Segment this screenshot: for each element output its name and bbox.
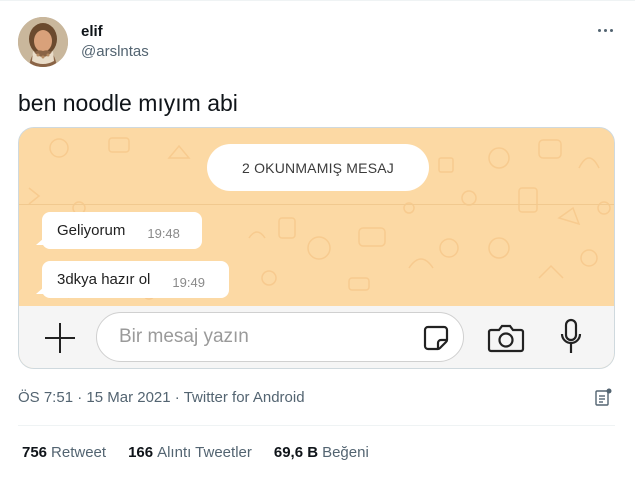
tweet-media-image[interactable]: 2 OKUNMAMIŞ MESAJ Geliyorum 19:48 3dkya …	[18, 127, 615, 369]
chat-background: 2 OKUNMAMIŞ MESAJ Geliyorum 19:48 3dkya …	[19, 128, 614, 306]
unread-divider	[19, 204, 614, 205]
message-text: 3dkya hazır ol	[57, 271, 151, 288]
message-time: 19:48	[147, 226, 180, 241]
display-name[interactable]: elif	[81, 23, 149, 41]
avatar[interactable]	[18, 17, 68, 67]
tweet-meta: ÖS 7:51 · 15 Mar 2021 · Twitter for Andr…	[18, 389, 305, 406]
sticker-icon[interactable]	[422, 324, 450, 352]
tweet-date[interactable]: 15 Mar 2021	[86, 389, 170, 406]
like-count[interactable]: 69,6 B Beğeni	[274, 444, 369, 461]
retweet-count[interactable]: 756 Retweet	[22, 444, 106, 461]
tweet-stats: 756 Retweet 166 Alıntı Tweetler 69,6 B Beğe…	[22, 444, 369, 461]
message-bubble: 3dkya hazır ol 19:49	[36, 261, 229, 298]
camera-icon[interactable]	[487, 323, 525, 353]
message-text: Geliyorum	[57, 222, 126, 239]
message-time: 19:49	[172, 275, 205, 290]
chat-input-bar	[19, 306, 614, 368]
tweet: elif @arslntas ben noodle mıyım abi 2 OK…	[0, 0, 635, 482]
divider	[18, 425, 615, 426]
unread-messages-pill: 2 OKUNMAMIŞ MESAJ	[207, 144, 429, 191]
message-input[interactable]	[96, 312, 464, 362]
quote-tweet-count[interactable]: 166 Alıntı Tweetler	[128, 444, 252, 461]
user-handle[interactable]: @arslntas	[81, 42, 149, 62]
more-horizontal-icon[interactable]	[595, 23, 615, 37]
author-info[interactable]: elif @arslntas	[81, 23, 149, 62]
tweet-source[interactable]: Twitter for Android	[184, 389, 305, 406]
meta-separator: ·	[170, 389, 184, 406]
message-bubble: Geliyorum 19:48	[36, 212, 202, 249]
microphone-icon[interactable]	[559, 318, 583, 356]
meta-separator: ·	[73, 389, 87, 406]
analytics-icon[interactable]	[594, 387, 614, 407]
plus-icon[interactable]	[43, 321, 77, 355]
tweet-time[interactable]: ÖS 7:51	[18, 389, 73, 406]
tweet-text: ben noodle mıyım abi	[18, 90, 238, 116]
